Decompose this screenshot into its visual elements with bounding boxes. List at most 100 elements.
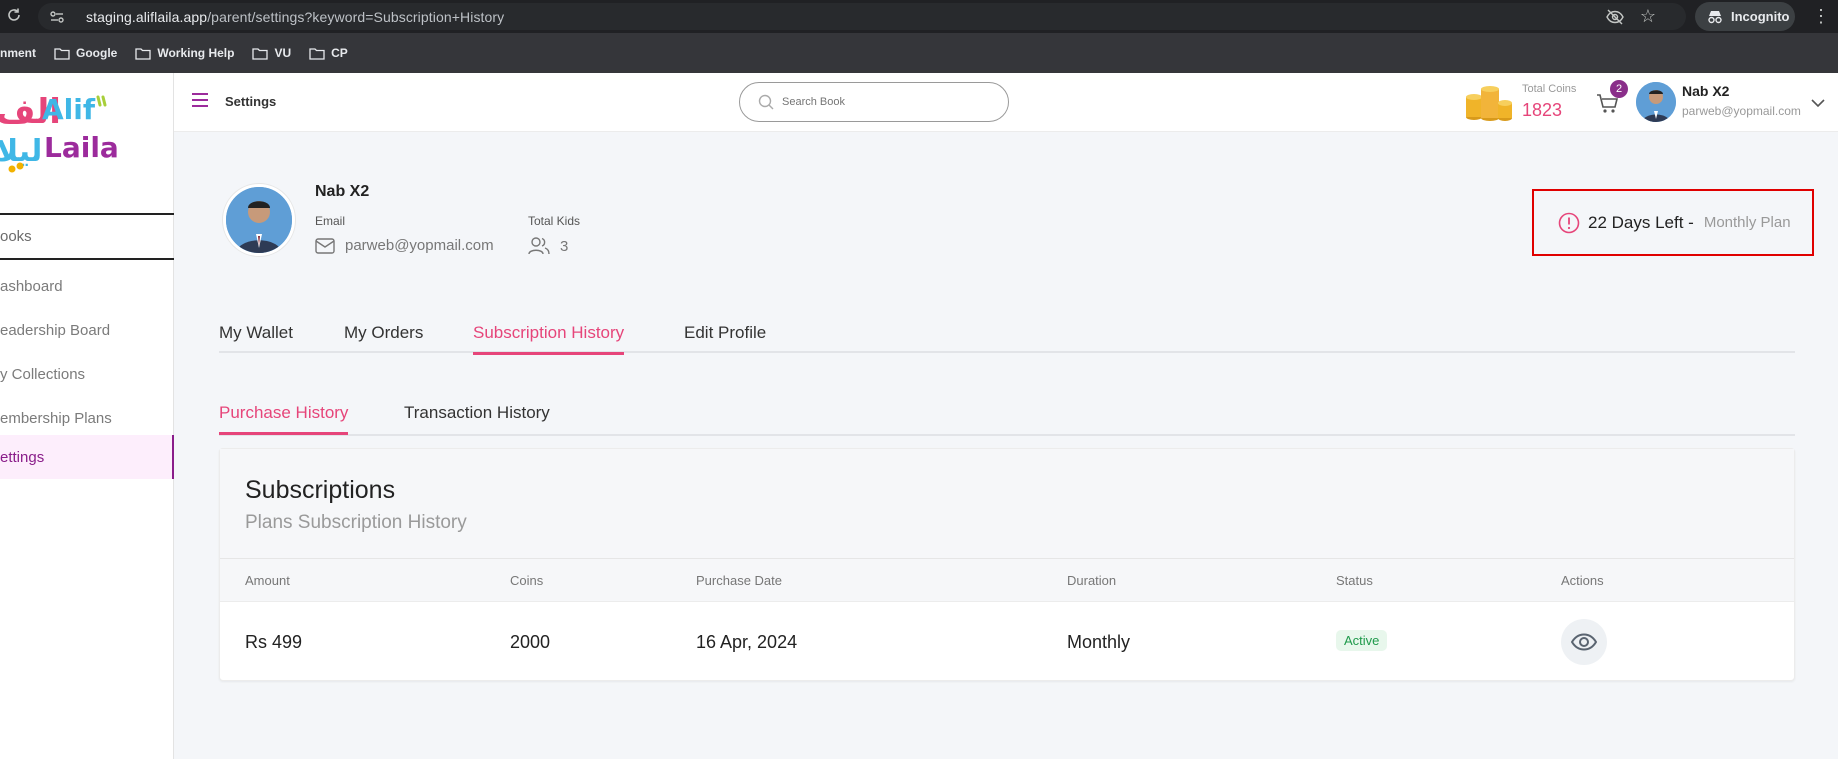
cell-coins: 2000 <box>510 632 551 652</box>
cell-amount: Rs 499 <box>245 632 303 652</box>
incognito-label: Incognito <box>1731 9 1790 24</box>
bookmarks-bar: nment Google Working Help VU CP <box>0 33 1838 73</box>
app-root: الف Alif ليلا Laila ooks ashboard eaders… <box>0 73 1838 759</box>
card-subtitle: Plans Subscription History <box>245 512 467 533</box>
sidebar-item-label: eadership Board <box>0 321 111 339</box>
browser-menu-icon[interactable]: ⋮ <box>1812 6 1830 26</box>
profile-avatar <box>223 184 295 256</box>
eye-icon <box>1571 633 1597 651</box>
folder-icon <box>54 47 70 60</box>
sidebar: الف Alif ليلا Laila ooks ashboard eaders… <box>0 73 174 759</box>
url-text[interactable]: staging.aliflaila.app/parent/settings?ke… <box>86 9 504 25</box>
subscriptions-card: Subscriptions Plans Subscription History… <box>219 448 1795 681</box>
column-header: Coins <box>510 573 544 588</box>
browser-toolbar: staging.aliflaila.app/parent/settings?ke… <box>0 0 1838 33</box>
bookmark-folder-google[interactable]: Google <box>54 46 117 60</box>
site-settings-icon[interactable] <box>48 8 66 26</box>
settings-tabs: My Wallet My Orders Subscription History… <box>219 313 1795 355</box>
plan-status-box: 22 Days Left - Monthly Plan <box>1532 189 1814 256</box>
cell-purchase-date: 16 Apr, 2024 <box>696 632 798 652</box>
days-left-text: 22 Days Left - <box>1588 212 1694 232</box>
folder-icon <box>252 47 269 60</box>
tab-transaction-history[interactable]: Transaction History <box>404 403 550 433</box>
email-value: parweb@yopmail.com <box>315 237 494 254</box>
header-user-email: parweb@yopmail.com <box>1682 104 1801 118</box>
coins-stack-icon <box>1464 83 1514 123</box>
tab-edit-profile[interactable]: Edit Profile <box>684 323 766 353</box>
user-avatar[interactable] <box>1636 82 1676 122</box>
bookmark-folder-vu[interactable]: VU <box>252 46 291 60</box>
sidebar-item-settings[interactable]: ettings <box>0 435 174 479</box>
sidebar-item-dashboard[interactable]: ashboard <box>0 264 174 308</box>
svg-text:Alif: Alif <box>42 93 96 126</box>
column-header: Status <box>1336 573 1373 588</box>
search-box[interactable] <box>739 82 1009 122</box>
url-host: staging.aliflaila.app <box>86 8 208 25</box>
svg-text:Laila: Laila <box>44 131 119 164</box>
page-title: Settings <box>225 94 277 109</box>
incognito-indicator[interactable]: Incognito <box>1695 2 1795 31</box>
total-coins-value: 1823 <box>1522 100 1563 120</box>
cart-count-badge: 2 <box>1610 80 1628 98</box>
mail-icon <box>315 237 335 254</box>
view-button[interactable] <box>1561 619 1607 665</box>
total-coins-label: Total Coins <box>1522 83 1577 95</box>
card-header: Subscriptions Plans Subscription History <box>220 449 1794 559</box>
bookmark-label: Working Help <box>157 46 235 60</box>
status-badge: Active <box>1336 630 1388 651</box>
bookmark-folder-working-help[interactable]: Working Help <box>135 46 234 60</box>
eye-off-icon[interactable] <box>1606 8 1624 26</box>
sidebar-item-collections[interactable]: y Collections <box>0 352 174 396</box>
table-row: Rs 499 2000 16 Apr, 2024 Monthly Active <box>220 602 1794 682</box>
sidebar-item-label: y Collections <box>0 365 86 383</box>
column-header: Duration <box>1067 573 1117 588</box>
header-user-name: Nab X2 <box>1682 83 1730 99</box>
cell-duration: Monthly <box>1067 632 1131 652</box>
url-path: /parent/settings?keyword=Subscription+Hi… <box>207 8 505 25</box>
folder-icon <box>309 47 325 60</box>
bookmark-label: CP <box>331 46 348 60</box>
bookmark-star-icon[interactable]: ☆ <box>1640 6 1656 27</box>
sidebar-item-membership-plans[interactable]: embership Plans <box>0 396 174 440</box>
profile-name: Nab X2 <box>315 183 370 200</box>
email-text: parweb@yopmail.com <box>345 237 494 254</box>
top-header: Settings Total Coins 1823 2 Nab X2 parwe… <box>174 73 1838 132</box>
folder-icon <box>135 47 151 60</box>
sidebar-item-label: ashboard <box>0 277 63 295</box>
bookmark-folder-cp[interactable]: CP <box>309 46 348 60</box>
tab-subscription-history[interactable]: Subscription History <box>473 323 625 355</box>
sidebar-item-label: ooks <box>0 228 32 245</box>
bookmark-label: Google <box>76 46 118 60</box>
alert-circle-icon <box>1558 212 1580 233</box>
kids-count: 3 <box>560 237 569 255</box>
search-icon <box>758 94 774 110</box>
total-kids-label: Total Kids <box>528 214 581 228</box>
bookmark-label: nment <box>0 46 36 60</box>
sidebar-item-books[interactable]: ooks <box>0 213 174 260</box>
sidebar-item-leadership-board[interactable]: eadership Board <box>0 308 174 352</box>
reload-icon[interactable] <box>6 7 24 25</box>
tab-my-wallet[interactable]: My Wallet <box>219 323 293 353</box>
hamburger-menu-icon[interactable] <box>192 93 208 107</box>
column-header: Actions <box>1561 573 1604 588</box>
alif-laila-logo[interactable]: الف Alif ليلا Laila <box>0 83 120 173</box>
column-header: Amount <box>245 573 290 588</box>
bookmark-label: VU <box>274 46 292 60</box>
card-title: Subscriptions <box>245 476 396 504</box>
tab-purchase-history[interactable]: Purchase History <box>219 403 349 435</box>
search-input[interactable] <box>782 96 982 108</box>
total-kids-value: 3 <box>528 237 568 255</box>
chevron-down-icon[interactable] <box>1811 95 1825 108</box>
address-bar[interactable]: staging.aliflaila.app/parent/settings?ke… <box>38 3 1686 30</box>
column-header: Purchase Date <box>696 573 782 588</box>
bookmark-item[interactable]: nment <box>0 46 36 60</box>
sidebar-item-label: embership Plans <box>0 409 112 427</box>
email-label: Email <box>315 214 346 228</box>
incognito-icon <box>1708 10 1722 23</box>
tab-my-orders[interactable]: My Orders <box>344 323 423 353</box>
table-header: Amount Coins Purchase Date Duration Stat… <box>220 559 1794 602</box>
history-subtabs: Purchase History Transaction History <box>219 393 1795 436</box>
plan-name: Monthly Plan <box>1703 214 1791 231</box>
users-icon <box>528 237 550 255</box>
sidebar-item-label: ettings <box>0 448 45 466</box>
